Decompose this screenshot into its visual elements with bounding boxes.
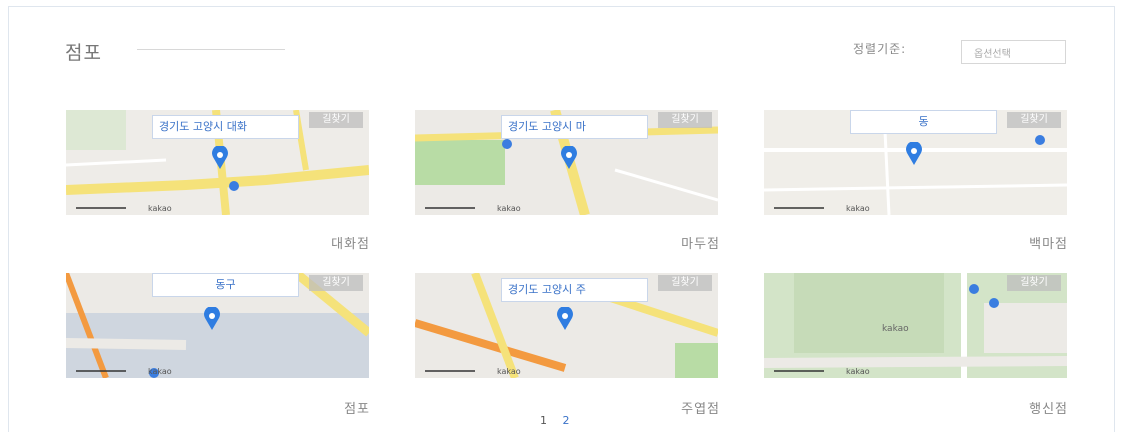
address-label: 동구: [152, 273, 299, 297]
svg-text:kakao: kakao: [148, 367, 172, 376]
page-1-link[interactable]: 1: [540, 414, 547, 427]
svg-text:kakao: kakao: [497, 367, 521, 376]
svg-text:kakao: kakao: [148, 204, 172, 213]
marker-icon: [906, 142, 922, 165]
store-map-card[interactable]: kakao kakao 길찾기: [764, 273, 1067, 378]
route-button[interactable]: 길찾기: [309, 112, 363, 128]
address-label: 경기도 고양시 주: [501, 278, 648, 302]
sort-label: 정렬기준:: [853, 42, 907, 56]
pagination: 1 2: [540, 414, 582, 427]
route-button[interactable]: 길찾기: [658, 112, 712, 128]
marker-icon: [204, 307, 220, 330]
store-map-card[interactable]: kakao 경기도 고양시 주 길찾기: [415, 273, 718, 378]
store-name[interactable]: 주엽점: [650, 398, 720, 417]
store-name[interactable]: 마두점: [650, 233, 720, 252]
address-label: 경기도 고양시 대화: [152, 115, 299, 139]
marker-icon: [557, 307, 573, 330]
route-button[interactable]: 길찾기: [1007, 275, 1061, 291]
store-name[interactable]: 백마점: [998, 233, 1068, 252]
store-name[interactable]: 점포: [300, 398, 370, 417]
store-map-card[interactable]: kakao 경기도 고양시 대화 길찾기: [66, 110, 369, 215]
address-label: 동: [850, 110, 997, 134]
store-map-card[interactable]: kakao 경기도 고양시 마 길찾기: [415, 110, 718, 215]
store-map-card[interactable]: kakao 동구 길찾기: [66, 273, 369, 378]
marker-icon: [561, 146, 577, 169]
route-button[interactable]: 길찾기: [309, 275, 363, 291]
route-button[interactable]: 길찾기: [1007, 112, 1061, 128]
store-name[interactable]: 대화점: [300, 233, 370, 252]
store-map-card[interactable]: kakao 동 길찾기: [764, 110, 1067, 215]
sort-select[interactable]: 옵션선택: [961, 40, 1066, 64]
store-name[interactable]: 행신점: [998, 398, 1068, 417]
section-title: 점포: [65, 42, 102, 64]
svg-text:kakao: kakao: [846, 367, 870, 376]
page-2-link[interactable]: 2: [563, 414, 570, 427]
route-button[interactable]: 길찾기: [658, 275, 712, 291]
title-divider: [137, 49, 285, 50]
svg-text:kakao: kakao: [882, 324, 909, 334]
marker-icon: [212, 146, 228, 169]
address-label: 경기도 고양시 마: [501, 115, 648, 139]
svg-text:kakao: kakao: [846, 204, 870, 213]
svg-text:kakao: kakao: [497, 204, 521, 213]
